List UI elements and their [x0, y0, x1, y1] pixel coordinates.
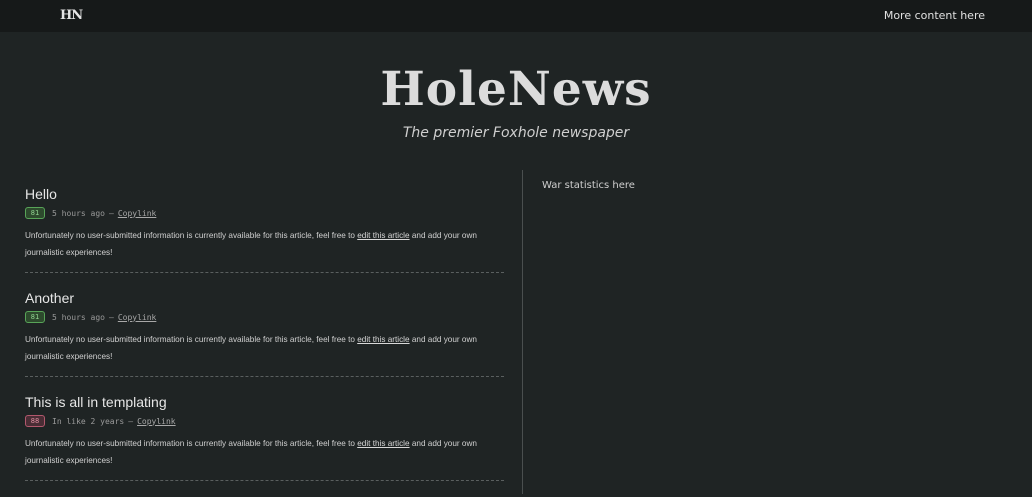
article-body: Unfortunately no user-submitted informat…	[25, 331, 495, 365]
article-time: 5 hours ago	[52, 208, 105, 218]
article-body: Unfortunately no user-submitted informat…	[25, 435, 495, 469]
article-body-text: Unfortunately no user-submitted informat…	[25, 335, 355, 344]
article-meta: 88 In like 2 years — Copylink	[25, 414, 504, 428]
article-body: Unfortunately no user-submitted informat…	[25, 227, 495, 261]
article-meta: 81 5 hours ago — Copylink	[25, 206, 504, 220]
masthead: HoleNews The premier Foxhole newspaper	[0, 60, 1032, 141]
site-title: HoleNews	[380, 62, 652, 117]
score-badge: 88	[25, 415, 45, 427]
article-title[interactable]: This is all in templating	[25, 393, 504, 411]
article-title[interactable]: Hello	[25, 185, 504, 203]
article-time: In like 2 years	[52, 416, 125, 426]
edit-article-link[interactable]: edit this article	[357, 335, 409, 344]
top-nav-bar: HN More content here	[0, 0, 1032, 32]
war-statistics-text: War statistics here	[542, 180, 635, 191]
article-body-text: Unfortunately no user-submitted informat…	[25, 439, 355, 448]
article-list: Hello 81 5 hours ago — Copylink Unfortun…	[25, 185, 504, 497]
meta-separator: —	[108, 208, 114, 218]
edit-article-link[interactable]: edit this article	[357, 231, 409, 240]
home-logo-link[interactable]: HN	[60, 8, 83, 23]
more-content-link[interactable]: More content here	[884, 9, 985, 22]
copylink-link[interactable]: Copylink	[118, 209, 157, 218]
site-tagline: The premier Foxhole newspaper	[402, 125, 630, 141]
score-badge: 81	[25, 207, 45, 219]
meta-separator: —	[128, 416, 134, 426]
war-statistics-panel: War statistics here	[542, 180, 635, 191]
article-title[interactable]: Another	[25, 289, 504, 307]
article-meta: 81 5 hours ago — Copylink	[25, 310, 504, 324]
column-divider	[522, 170, 523, 494]
article-item: Another 81 5 hours ago — Copylink Unfort…	[25, 289, 504, 377]
article-time: 5 hours ago	[52, 312, 105, 322]
score-badge: 81	[25, 311, 45, 323]
article-item: Hello 81 5 hours ago — Copylink Unfortun…	[25, 185, 504, 273]
meta-separator: —	[108, 312, 114, 322]
article-item: This is all in templating 88 In like 2 y…	[25, 393, 504, 481]
edit-article-link[interactable]: edit this article	[357, 439, 409, 448]
article-body-text: Unfortunately no user-submitted informat…	[25, 231, 355, 240]
copylink-link[interactable]: Copylink	[137, 417, 176, 426]
copylink-link[interactable]: Copylink	[118, 313, 157, 322]
